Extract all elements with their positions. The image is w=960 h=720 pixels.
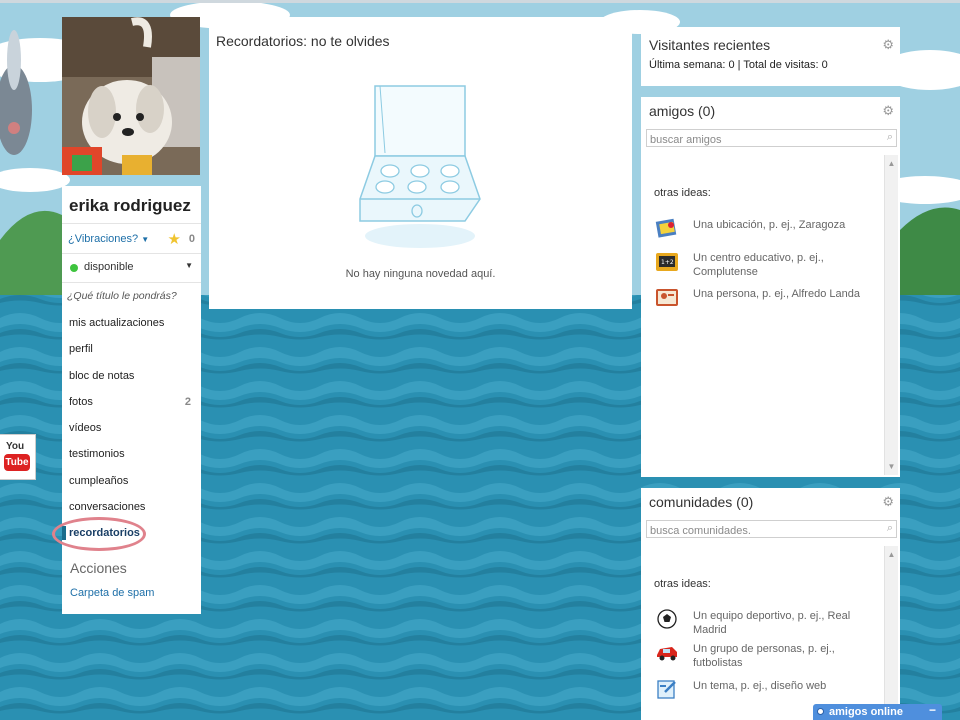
- friends-search-input[interactable]: [647, 132, 875, 148]
- minimize-icon[interactable]: −: [929, 703, 936, 717]
- empty-box-illustration: [359, 85, 481, 248]
- status-dropdown[interactable]: disponible ▼: [62, 257, 201, 279]
- communities-search-box: ⌕: [646, 520, 897, 539]
- communities-search-input[interactable]: [647, 523, 875, 539]
- nav-label: testimonios: [69, 448, 125, 461]
- topic-icon: [657, 680, 676, 699]
- idea-text: Un centro educativo, p. ej., Complutense: [693, 252, 824, 278]
- reminders-panel: Recordatorios: no te olvides No hay ning…: [209, 17, 632, 309]
- status-text: disponible: [84, 261, 134, 273]
- scroll-down-icon[interactable]: ▼: [885, 460, 898, 473]
- empty-message: No hay ninguna novedad aquí.: [345, 268, 496, 280]
- visitors-summary: Última semana: 0 | Total de visitas: 0: [649, 59, 828, 71]
- idea-text: Una ubicación, p. ej., Zaragoza: [693, 219, 846, 231]
- idea-text: Un equipo deportivo, p. ej., Real Madrid: [693, 610, 851, 636]
- scroll-up-icon[interactable]: ▲: [885, 157, 898, 170]
- online-friends-label: amigos online: [829, 706, 903, 718]
- red-car-icon: [657, 647, 677, 661]
- nav-item-notes[interactable]: bloc de notas: [62, 365, 201, 391]
- recent-visitors-widget: Visitantes recientes ⚙ Última semana: 0 …: [641, 27, 900, 86]
- gear-icon[interactable]: ⚙: [882, 103, 894, 119]
- school-icon: 1+2: [656, 253, 678, 271]
- search-icon[interactable]: ⌕: [887, 131, 893, 144]
- friends-title: amigos (0): [649, 103, 716, 119]
- chat-status-icon: [817, 708, 824, 715]
- youtube-tube-text: Tube: [4, 454, 30, 471]
- friends-scrollbar[interactable]: ▲ ▼: [884, 155, 898, 475]
- communities-scrollbar[interactable]: ▲: [884, 546, 898, 720]
- profile-photo[interactable]: [62, 17, 200, 175]
- nav-item-birthdays[interactable]: cumpleaños: [62, 470, 201, 496]
- location-icon: [655, 218, 677, 238]
- idea-text: Un grupo de personas, p. ej., futbolista…: [693, 643, 835, 669]
- star-count: 0: [188, 233, 195, 245]
- visitors-title: Visitantes recientes: [649, 37, 771, 53]
- vibes-dropdown[interactable]: ¿Vibraciones? ▼: [68, 233, 149, 245]
- profile-nav: mis actualizaciones perfil bloc de notas…: [62, 312, 201, 549]
- nav-count: 2: [184, 395, 191, 408]
- nav-label: cumpleaños: [69, 474, 129, 487]
- nav-item-profile[interactable]: perfil: [62, 338, 201, 364]
- scroll-up-icon[interactable]: ▲: [885, 548, 898, 561]
- friends-widget: amigos (0) ⚙ ⌕ ▲ ▼ otras ideas: Una ubic…: [641, 97, 900, 477]
- divider: [62, 282, 201, 283]
- caret-down-icon: ▼: [185, 261, 193, 270]
- online-friends-bar[interactable]: amigos online −: [813, 703, 942, 720]
- nav-label: perfil: [69, 343, 93, 356]
- nav-label: mis actualizaciones: [69, 317, 165, 329]
- youtube-badge[interactable]: You Tube: [0, 434, 36, 480]
- caret-down-icon: ▼: [141, 235, 150, 244]
- communities-title: comunidades (0): [649, 494, 754, 510]
- person-card-icon: [656, 289, 678, 306]
- friends-ideas-label: otras ideas:: [654, 187, 711, 199]
- gear-icon[interactable]: ⚙: [882, 494, 894, 510]
- svg-text:1+2: 1+2: [661, 259, 674, 266]
- reminders-title: Recordatorios: no te olvides: [216, 33, 390, 49]
- actions-heading: Acciones: [70, 560, 127, 576]
- status-title-prompt[interactable]: ¿Qué título le pondrás?: [67, 290, 177, 302]
- top-bar: [0, 0, 960, 3]
- nav-label: conversaciones: [69, 501, 146, 514]
- soccer-ball-icon: [657, 609, 677, 629]
- communities-ideas-label: otras ideas:: [654, 578, 711, 590]
- spam-folder-link[interactable]: Carpeta de spam: [70, 587, 154, 599]
- friends-search-box: ⌕: [646, 129, 897, 148]
- search-icon[interactable]: ⌕: [887, 522, 893, 535]
- profile-name: erika rodriguez: [69, 196, 191, 215]
- nav-item-testimonials[interactable]: testimonios: [62, 443, 201, 469]
- dog-photo-image: [62, 17, 200, 175]
- nav-item-photos[interactable]: fotos 2: [62, 391, 201, 417]
- idea-text: Una persona, p. ej., Alfredo Landa: [693, 288, 860, 300]
- highlight-annotation: [52, 517, 146, 551]
- nav-label: fotos: [69, 395, 93, 408]
- star-icon[interactable]: ★: [168, 230, 181, 248]
- idea-text: Un tema, p. ej., diseño web: [693, 680, 827, 692]
- nav-item-videos[interactable]: vídeos: [62, 417, 201, 443]
- gear-icon[interactable]: ⚙: [882, 37, 894, 53]
- online-status-icon: [70, 264, 78, 272]
- divider: [62, 253, 201, 254]
- communities-widget: comunidades (0) ⚙ ⌕ ▲ otras ideas: Un eq…: [641, 488, 900, 720]
- divider: [62, 223, 201, 224]
- nav-label: vídeos: [69, 422, 102, 435]
- nav-label: bloc de notas: [69, 369, 135, 382]
- vibes-row: ¿Vibraciones? ▼ ★ 0: [62, 230, 201, 252]
- vibes-label: ¿Vibraciones?: [68, 233, 139, 245]
- nav-item-updates[interactable]: mis actualizaciones: [62, 312, 201, 338]
- youtube-you-text: You: [6, 441, 25, 452]
